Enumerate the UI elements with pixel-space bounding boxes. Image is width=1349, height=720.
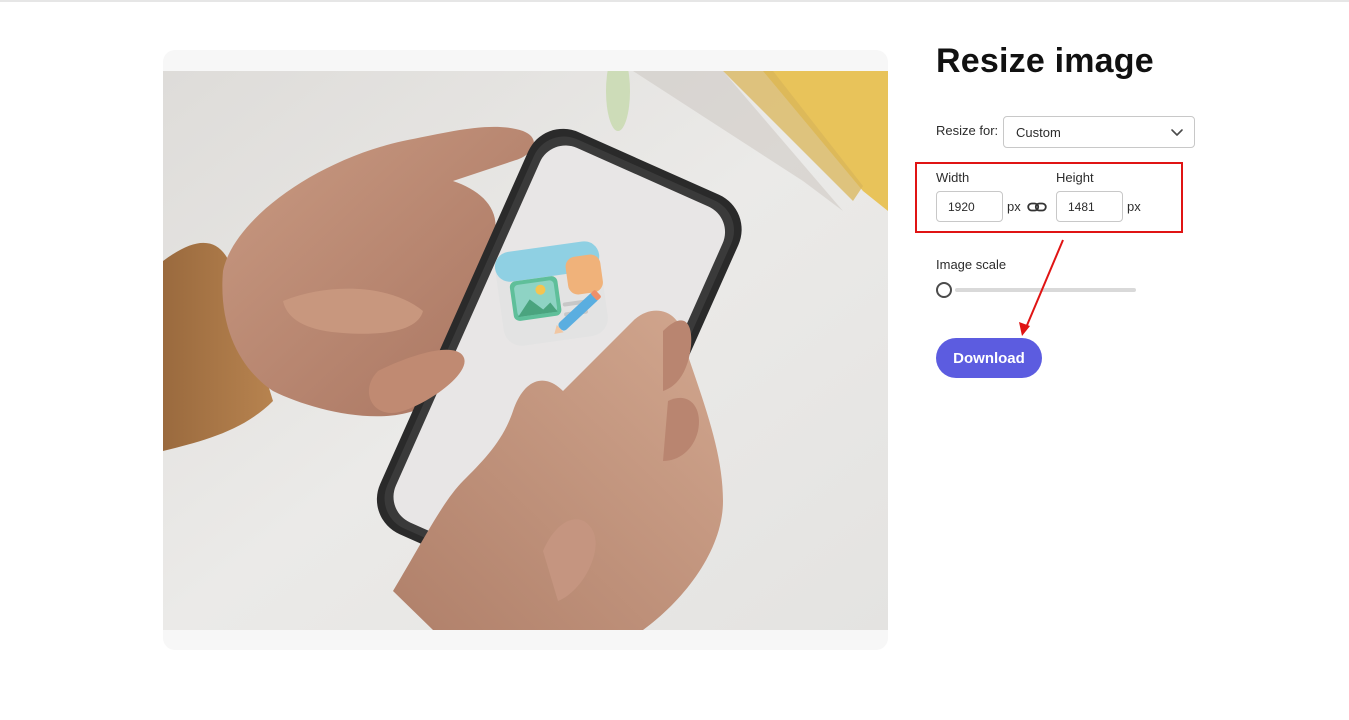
resize-for-label: Resize for: [936, 123, 999, 138]
height-label: Height [1056, 170, 1094, 185]
top-divider [0, 0, 1349, 2]
height-input[interactable] [1056, 191, 1123, 222]
width-input[interactable] [936, 191, 1003, 222]
download-button[interactable]: Download [936, 338, 1042, 378]
image-scale-label: Image scale [936, 257, 1007, 272]
width-label: Width [936, 170, 970, 185]
image-scale-slider-thumb[interactable] [936, 282, 952, 298]
link-icon[interactable] [1027, 200, 1047, 214]
image-editor-app-icon [494, 241, 608, 346]
image-preview-card [163, 50, 888, 650]
height-unit: px [1127, 199, 1141, 214]
width-unit: px [1007, 199, 1021, 214]
chevron-down-icon [1171, 129, 1183, 136]
resize-for-value: Custom [1016, 125, 1061, 140]
annotation-arrow [1019, 239, 1064, 336]
page-title: Resize image [936, 42, 1154, 80]
preview-photo [163, 71, 888, 630]
resize-for-dropdown[interactable]: Custom [1003, 116, 1195, 148]
